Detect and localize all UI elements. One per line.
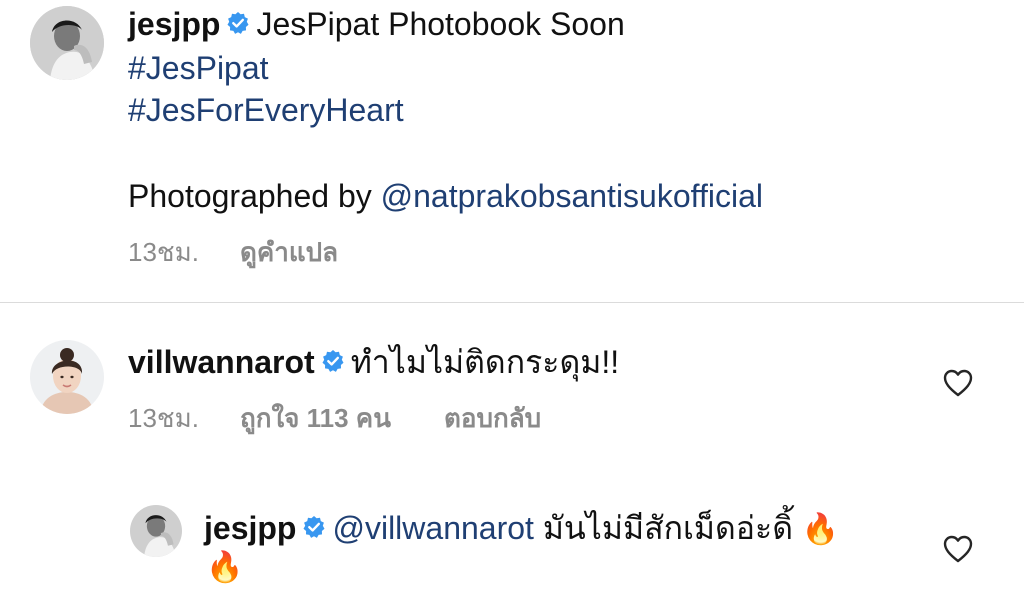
- heart-outline-icon[interactable]: [943, 535, 973, 568]
- post-username[interactable]: jesjpp: [128, 6, 220, 42]
- post-caption-line: jesjpp JesPipat Photobook Soon: [128, 4, 625, 47]
- comment-line: villwannarot ทำไมไม่ติดกระดุม!!: [128, 342, 619, 385]
- hashtag-jespipat[interactable]: #JesPipat: [128, 48, 269, 88]
- post-timestamp: 13ชม.: [128, 237, 199, 267]
- verified-badge-icon: [321, 342, 345, 382]
- reply-mention-link[interactable]: @villwannarot: [332, 510, 533, 546]
- photo-credit-prefix: Photographed by: [128, 178, 381, 214]
- photo-credit-line: Photographed by @natprakobsantisukoffici…: [128, 176, 763, 216]
- section-divider: [0, 302, 1024, 303]
- heart-outline-icon[interactable]: [943, 369, 973, 402]
- comment-username[interactable]: villwannarot: [128, 344, 315, 380]
- fire-emoji-icon: 🔥: [801, 513, 840, 546]
- commenter-avatar[interactable]: [30, 340, 104, 414]
- reply-line: jesjpp @villwannarot มันไม่มีสักเม็ดอ่ะดิ…: [204, 508, 839, 551]
- reply-author-avatar[interactable]: [130, 505, 182, 557]
- reply-username[interactable]: jesjpp: [204, 510, 296, 546]
- fire-emoji-icon: 🔥: [206, 551, 244, 584]
- post-caption-text: JesPipat Photobook Soon: [256, 6, 625, 42]
- photographer-mention-link[interactable]: @natprakobsantisukofficial: [381, 178, 763, 214]
- comment-text: ทำไมไม่ติดกระดุม!!: [350, 344, 620, 380]
- verified-badge-icon: [302, 508, 326, 548]
- comment-reply-button[interactable]: ตอบกลับ: [444, 402, 541, 434]
- verified-badge-icon: [226, 4, 250, 44]
- post-author-avatar[interactable]: [30, 6, 104, 80]
- comment-timestamp: 13ชม.: [128, 403, 199, 433]
- comment-likes-count[interactable]: ถูกใจ 113 คน: [240, 402, 391, 434]
- reply-text: มันไม่มีสักเม็ดอ่ะดิ้: [533, 510, 802, 546]
- see-translation-link[interactable]: ดูคำแปล: [240, 236, 338, 268]
- hashtag-jesforeveryheart[interactable]: #JesForEveryHeart: [128, 90, 404, 130]
